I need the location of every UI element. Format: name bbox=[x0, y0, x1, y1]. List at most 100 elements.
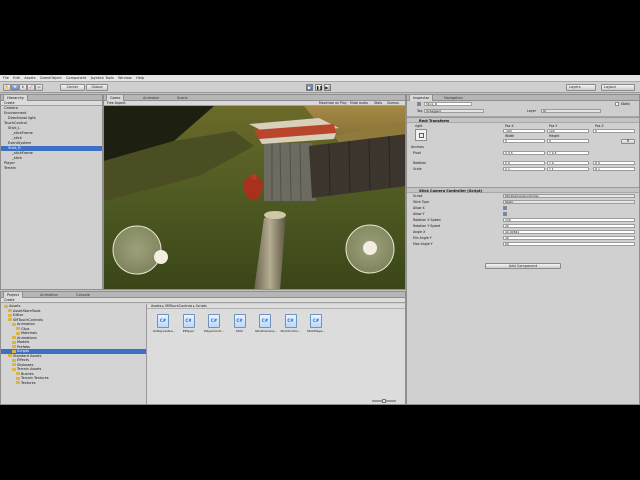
menu-file[interactable]: File bbox=[3, 75, 9, 82]
script-asset[interactable]: C# DoRaycastLa... bbox=[153, 314, 175, 333]
pivot-x-field[interactable]: X 0.5 bbox=[503, 151, 545, 155]
add-component-button[interactable]: Add Component bbox=[485, 263, 561, 269]
script-asset[interactable]: C# Stick bbox=[230, 314, 250, 333]
script-asset[interactable]: C# StickPlaye... bbox=[306, 314, 326, 333]
script-field-value[interactable]: 20 bbox=[503, 236, 635, 240]
rect-transform-header[interactable]: Rect Transform bbox=[407, 117, 639, 123]
menu-gameobject[interactable]: GameObject bbox=[40, 75, 62, 82]
pivot-y-field[interactable]: Y 0.5 bbox=[547, 151, 589, 155]
scale-tool-icon[interactable]: ⤢ bbox=[27, 84, 35, 91]
menu-help[interactable]: Help bbox=[136, 75, 144, 82]
csharp-script-icon: C# bbox=[208, 314, 220, 328]
pos-x-field[interactable]: -100 bbox=[503, 129, 545, 133]
rotation-y-field[interactable]: Y 0 bbox=[547, 161, 589, 165]
project-folder-item[interactable]: Textures bbox=[1, 381, 146, 386]
step-icon[interactable]: ▶| bbox=[324, 84, 331, 91]
anchor-preset-button[interactable] bbox=[415, 129, 427, 141]
script-field-value[interactable]: 20 bbox=[503, 224, 635, 228]
pivot-toggle-button[interactable]: Center bbox=[60, 84, 85, 91]
play-icon[interactable]: ▶ bbox=[306, 84, 313, 91]
rotate-tool-icon[interactable]: ↻ bbox=[19, 84, 27, 91]
active-checkbox[interactable] bbox=[417, 102, 421, 106]
script-field-value[interactable]: Static bbox=[503, 200, 635, 204]
menu-window[interactable]: Window bbox=[118, 75, 132, 82]
zoom-slider[interactable] bbox=[372, 399, 396, 403]
breadcrumb-assets[interactable]: Assets bbox=[151, 304, 161, 308]
static-checkbox[interactable] bbox=[615, 102, 619, 106]
hierarchy-item-label: _stick bbox=[12, 156, 22, 160]
script-field-value[interactable]: 60 bbox=[503, 242, 635, 246]
static-label: Static bbox=[621, 102, 631, 106]
stick-camera-controller-component: Stick Camera Controller (Script) Script S… bbox=[407, 187, 639, 255]
breadcrumb-scripts[interactable]: Scripts bbox=[196, 304, 207, 308]
folder-icon bbox=[12, 340, 16, 344]
hierarchy-item-label: _stickFrame bbox=[12, 131, 33, 135]
pos-z-header: Pos Z bbox=[595, 124, 604, 128]
script-field-label: Stick Type bbox=[413, 200, 430, 204]
folder-icon bbox=[8, 318, 12, 321]
scale-label: Scale bbox=[413, 167, 422, 171]
hierarchy-item[interactable]: Terrain bbox=[1, 166, 102, 171]
csharp-script-icon: C# bbox=[310, 314, 322, 328]
rect-tool-icon[interactable]: ▭ bbox=[35, 84, 43, 91]
hierarchy-item-label: TouchControl bbox=[4, 121, 27, 125]
csharp-script-icon: C# bbox=[182, 314, 195, 328]
project-folder-tree: Assets AssetStoreTools Editor SMTouchContro… bbox=[1, 304, 147, 404]
anchors-foldout[interactable]: Anchors bbox=[411, 145, 424, 149]
csharp-script-icon: C# bbox=[233, 314, 246, 328]
height-field[interactable]: 0 bbox=[547, 139, 589, 143]
object-name-field[interactable]: Stick_R bbox=[424, 102, 472, 106]
breadcrumb-smtouchcontrols[interactable]: SMTouchControls bbox=[165, 304, 192, 308]
folder-icon bbox=[16, 331, 20, 335]
hierarchy-create-dropdown[interactable]: Create bbox=[4, 101, 15, 105]
script-asset[interactable]: C# EPlayer bbox=[179, 314, 199, 333]
space-toggle-button[interactable]: Global bbox=[86, 84, 108, 91]
hierarchy-item-label: Directional light bbox=[8, 116, 36, 120]
menu-assets[interactable]: Assets bbox=[24, 75, 35, 82]
right-joystick-knob bbox=[363, 241, 377, 255]
project-folder-label: Assets bbox=[9, 304, 21, 308]
rotation-x-field[interactable]: X 0 bbox=[503, 161, 545, 165]
script-field-value[interactable]: 120 bbox=[503, 218, 635, 222]
move-tool-icon[interactable]: ✥ bbox=[11, 84, 19, 91]
script-field-value[interactable]: StickCameraController bbox=[503, 194, 635, 198]
allow-y-checkbox[interactable] bbox=[503, 212, 507, 216]
scale-x-field[interactable]: X 1 bbox=[503, 167, 545, 171]
layer-dropdown[interactable]: UI bbox=[541, 109, 601, 113]
game-viewport[interactable] bbox=[104, 106, 406, 290]
hierarchy-item-label: Player bbox=[4, 161, 15, 165]
hierarchy-item-label: _stick bbox=[12, 136, 22, 140]
width-field[interactable]: 0 bbox=[503, 139, 545, 143]
pos-y-field[interactable]: 100 bbox=[547, 129, 589, 133]
layout-dropdown[interactable]: Layout bbox=[601, 84, 635, 91]
project-folder-label: Standard Assets bbox=[13, 353, 42, 358]
pos-z-field[interactable]: 0 bbox=[593, 129, 635, 133]
script-asset-name: StickPlaye... bbox=[306, 329, 326, 333]
script-asset[interactable]: C# StickContro... bbox=[281, 314, 301, 333]
rotation-z-field[interactable]: Z 0 bbox=[593, 161, 635, 165]
folder-icon bbox=[8, 309, 12, 312]
hierarchy-panel: Hierarchy Create Camera Environment Direct… bbox=[0, 94, 103, 290]
project-folder-label: SMTouchControls bbox=[13, 317, 43, 322]
menu-edit[interactable]: Edit bbox=[13, 75, 20, 82]
menu-component[interactable]: Component bbox=[66, 75, 86, 82]
script-asset[interactable]: C# StickCamera... bbox=[255, 314, 277, 333]
hand-tool-icon[interactable]: ✋ bbox=[3, 84, 11, 91]
csharp-script-icon: C# bbox=[157, 314, 169, 328]
inspector-header: Stick_R Static Tag Untagged Layer UI bbox=[407, 101, 639, 117]
tag-label: Tag bbox=[417, 109, 423, 113]
hierarchy-item-label: EventSystem bbox=[8, 141, 32, 145]
layers-dropdown[interactable]: Layers bbox=[566, 84, 596, 91]
pause-icon[interactable]: ❚❚ bbox=[315, 84, 323, 91]
script-component-header[interactable]: Stick Camera Controller (Script) bbox=[407, 187, 639, 193]
raw-edit-button[interactable]: R bbox=[621, 139, 635, 144]
scale-z-field[interactable]: Z 1 bbox=[593, 167, 635, 171]
menu-joystick-tools[interactable]: Joystick Tools bbox=[91, 75, 114, 82]
script-asset[interactable]: C# PlayerContr... bbox=[204, 314, 224, 333]
project-create-dropdown[interactable]: Create bbox=[4, 298, 15, 302]
tag-dropdown[interactable]: Untagged bbox=[424, 109, 484, 113]
scale-y-field[interactable]: Y 1 bbox=[547, 167, 589, 171]
folder-icon bbox=[16, 372, 20, 375]
script-field-value[interactable]: 40.00841 bbox=[503, 230, 635, 234]
allow-x-checkbox[interactable] bbox=[503, 206, 507, 210]
